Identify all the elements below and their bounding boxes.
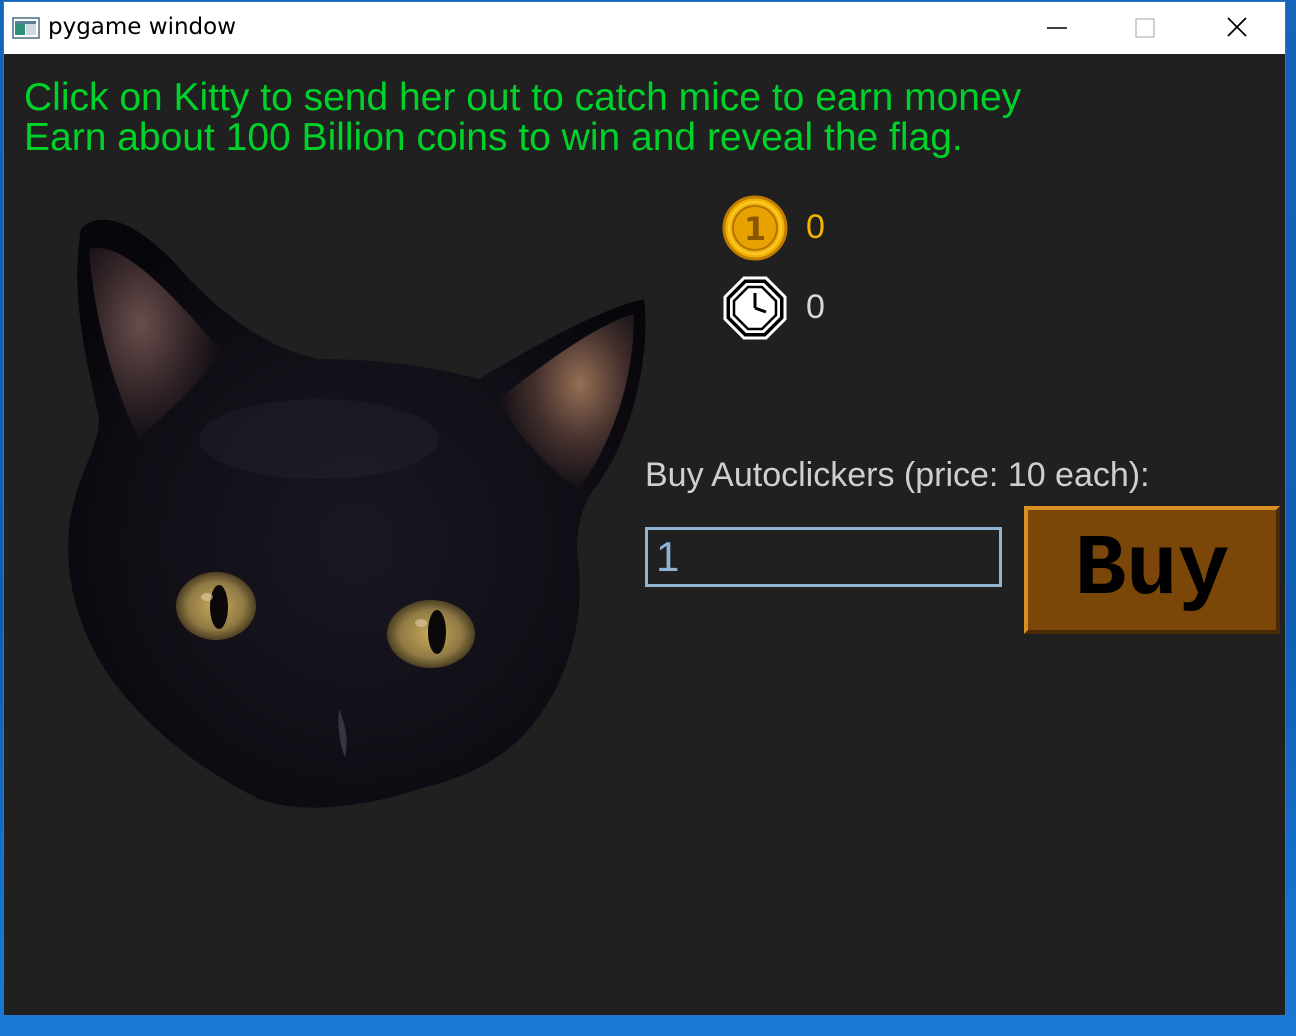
kitty-cat-head[interactable]	[59, 209, 654, 809]
maximize-icon	[1135, 18, 1155, 38]
maximize-button[interactable]	[1099, 2, 1191, 54]
instructions-line-1: Click on Kitty to send her out to catch …	[24, 76, 1022, 119]
app-icon	[12, 16, 40, 40]
game-canvas: Click on Kitty to send her out to catch …	[4, 54, 1285, 1015]
buy-autoclickers-label: Buy Autoclickers (price: 10 each):	[645, 456, 1150, 494]
minimize-button[interactable]	[1007, 2, 1099, 54]
timer-counter: 0	[806, 288, 825, 326]
coin-icon: 1	[722, 195, 788, 261]
autoclicker-quantity-input[interactable]	[645, 527, 1002, 587]
coins-counter: 0	[806, 208, 825, 246]
instructions-line-2: Earn about 100 Billion coins to win and …	[24, 116, 963, 159]
svg-text:1: 1	[744, 210, 766, 248]
instructions-text: Click on Kitty to send her out to catch …	[24, 78, 1021, 158]
minimize-icon	[1047, 27, 1067, 29]
pygame-window: pygame window Click on Kitty to send her…	[4, 2, 1285, 1015]
close-button[interactable]	[1191, 2, 1283, 54]
clock-icon	[722, 275, 788, 341]
title-bar[interactable]: pygame window	[4, 2, 1285, 54]
buy-button[interactable]: Buy	[1024, 506, 1280, 634]
close-icon	[1227, 17, 1247, 37]
buy-button-label: Buy	[1074, 521, 1230, 619]
window-title: pygame window	[48, 14, 237, 40]
